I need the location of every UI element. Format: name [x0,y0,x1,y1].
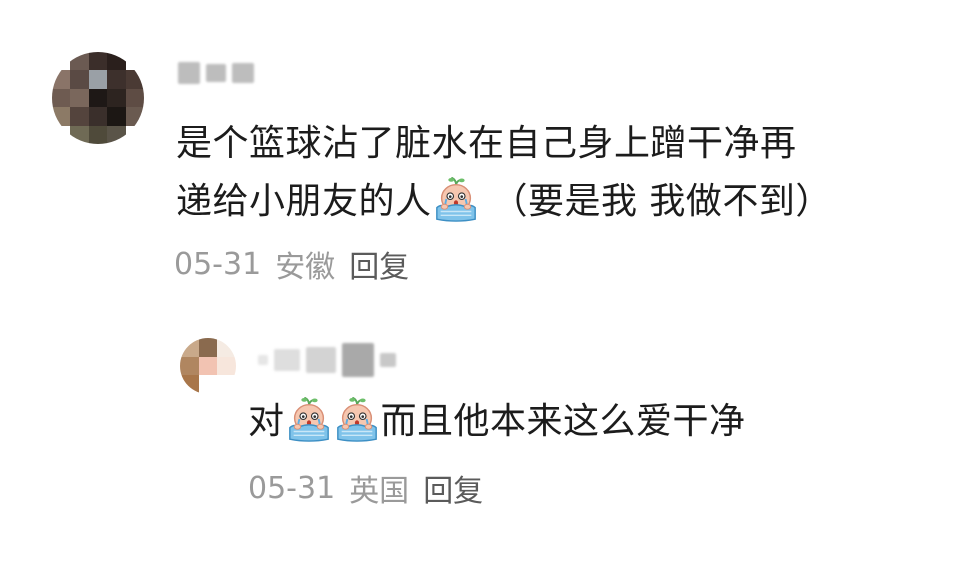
reply-date: 05-31 [248,470,336,506]
comment-line-2-tail: （要是我 我做不到） [479,181,832,222]
reply-avatar[interactable] [180,338,236,394]
comment-text: 是个篮球沾了脏水在自己身上蹭干净再 递给小朋友的人 （要是我 我做不到） [176,115,832,231]
reply-reply-button[interactable]: 回复 [423,466,483,510]
reply-text: 对 而且他本来这么爱干净 [248,393,746,451]
reply-location: 英国 [349,474,410,509]
reply-text-end: 而且他本来这么爱干净 [380,401,746,442]
comment-line-2-text: 递给小朋友的人 [176,181,432,222]
comment-line-1: 是个篮球沾了脏水在自己身上蹭干净再 [176,123,797,164]
comment-meta: 05-31 安徽 回复 [174,242,409,286]
comment-line-2: 递给小朋友的人 （要是我 我做不到） [176,173,832,231]
crying-emoji-icon [286,397,332,443]
username[interactable] [178,58,254,88]
reply-meta: 05-31 英国 回复 [248,466,483,510]
comment-date: 05-31 [174,246,262,282]
reply-button[interactable]: 回复 [349,242,409,286]
comment-location: 安徽 [275,250,336,285]
crying-emoji-icon [334,397,380,443]
avatar[interactable] [52,52,144,144]
reply-username[interactable] [258,342,396,378]
crying-emoji-icon [433,177,479,223]
reply-text-start: 对 [248,401,285,442]
